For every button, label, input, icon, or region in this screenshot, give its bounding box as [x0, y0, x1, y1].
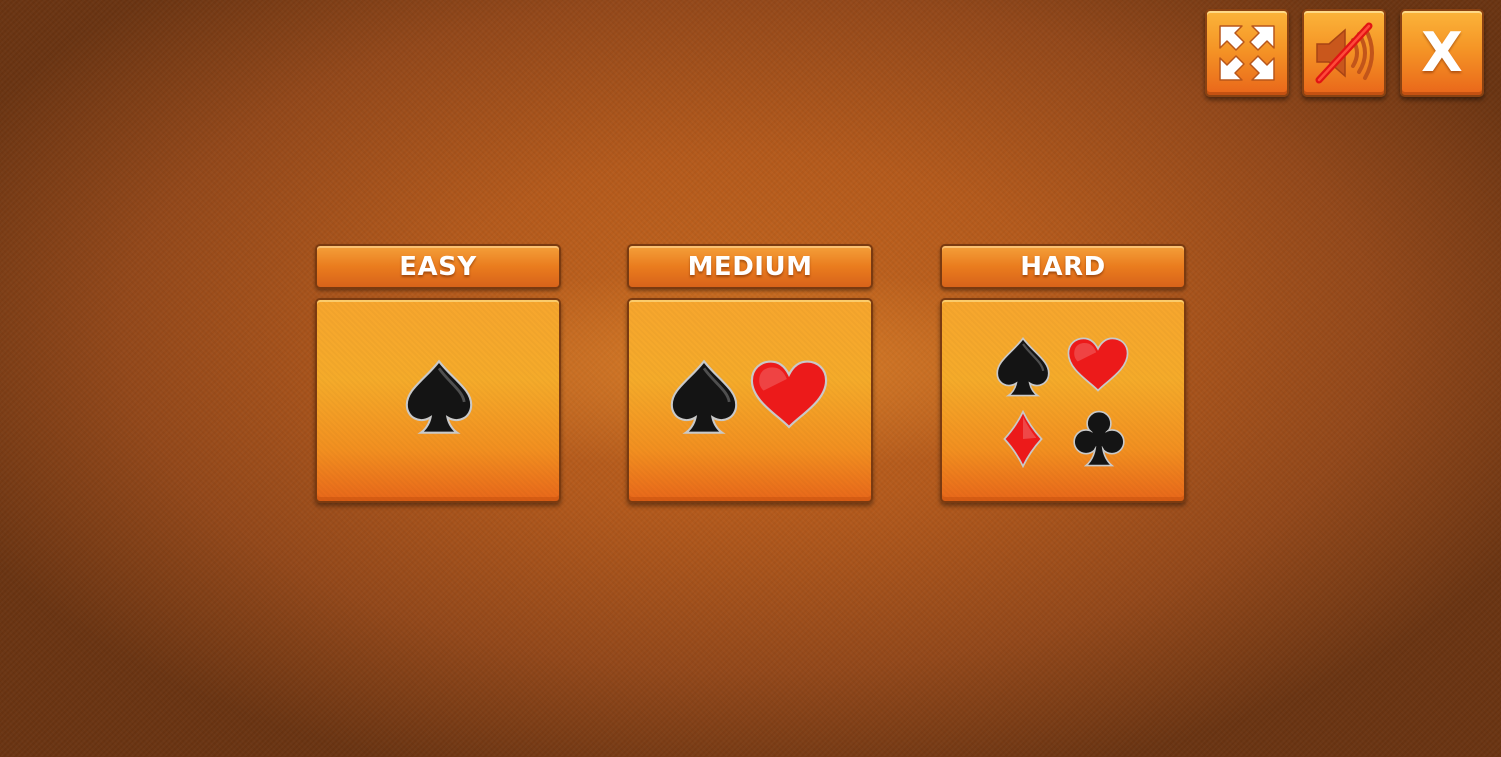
club-icon	[1073, 410, 1125, 467]
spade-icon	[670, 359, 738, 434]
fullscreen-icon	[1214, 20, 1280, 86]
fullscreen-button[interactable]	[1205, 9, 1289, 97]
level-easy-label: EASY	[399, 251, 477, 282]
spade-icon	[405, 359, 473, 434]
spade-icon	[996, 337, 1050, 397]
speaker-muted-icon	[1309, 18, 1379, 88]
sound-toggle-button[interactable]	[1302, 9, 1386, 97]
level-medium-header[interactable]: MEDIUM	[627, 244, 873, 289]
heart-icon	[750, 360, 828, 429]
level-hard-card[interactable]	[940, 298, 1186, 503]
close-label: X	[1421, 21, 1463, 84]
level-hard-header[interactable]: HARD	[940, 244, 1186, 289]
diamond-icon	[1003, 410, 1043, 468]
level-easy-card[interactable]	[315, 298, 561, 503]
heart-icon	[1067, 337, 1129, 392]
level-medium-card[interactable]	[627, 298, 873, 503]
level-easy[interactable]: EASY	[315, 244, 561, 503]
level-medium[interactable]: MEDIUM	[627, 244, 873, 503]
level-medium-label: MEDIUM	[687, 251, 813, 282]
level-hard[interactable]: HARD	[940, 244, 1186, 503]
level-easy-header[interactable]: EASY	[315, 244, 561, 289]
level-hard-label: HARD	[1020, 251, 1106, 282]
close-button[interactable]: X	[1400, 9, 1484, 97]
